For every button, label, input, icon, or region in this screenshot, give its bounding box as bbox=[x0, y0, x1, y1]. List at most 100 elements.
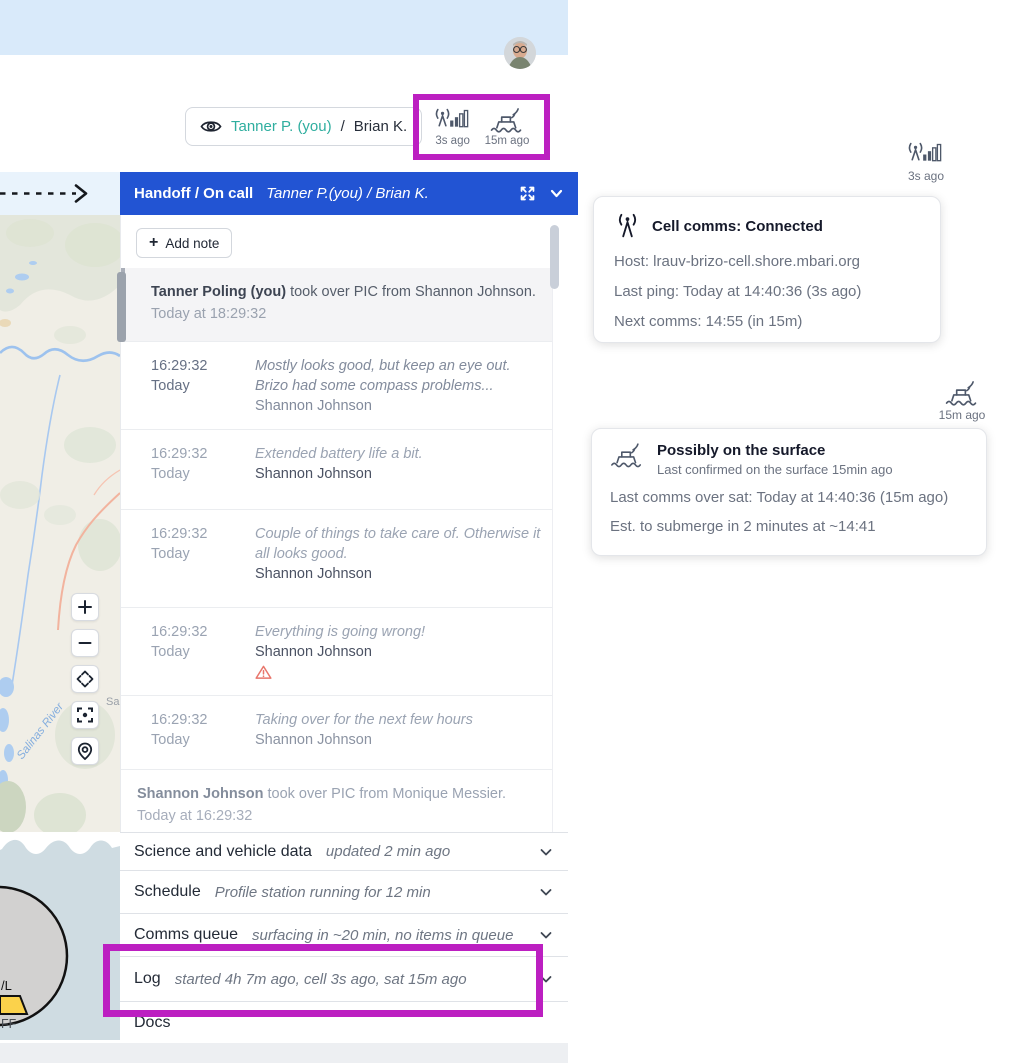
note-time: 16:29:32 bbox=[151, 712, 208, 728]
sat-comms-mini-indicator[interactable]: 15m ago bbox=[930, 380, 994, 422]
comms-status-highlight-box: 3s ago 15m ago bbox=[413, 94, 550, 160]
note-author: Shannon Johnson bbox=[255, 644, 372, 660]
note-message: Couple of things to take care of. Otherw… bbox=[255, 526, 541, 562]
plus-icon: + bbox=[149, 234, 159, 251]
vehicle-label-dvl: /L bbox=[1, 978, 12, 993]
accordion-title: Science and vehicle data bbox=[134, 842, 312, 860]
note-day: Today bbox=[151, 546, 190, 562]
top-header-bar bbox=[0, 0, 568, 55]
log-accordion-highlight-box bbox=[103, 944, 543, 1017]
log-entry-note[interactable]: 16:29:32 Today Couple of things to take … bbox=[121, 510, 552, 608]
boat-satellite-icon bbox=[611, 443, 642, 468]
dashed-arrow-icon bbox=[0, 184, 88, 203]
cell-host: Host: lrauv-brizo-cell.shore.mbari.org bbox=[614, 253, 860, 270]
note-author: Shannon Johnson bbox=[255, 732, 372, 748]
pan-mode-button[interactable] bbox=[71, 665, 99, 693]
cell-last-comms-time: 3s ago bbox=[435, 135, 470, 147]
note-day: Today bbox=[151, 732, 190, 748]
map-city-label: Sa bbox=[106, 696, 120, 708]
center-focus-icon bbox=[77, 707, 93, 723]
note-author: Shannon Johnson bbox=[255, 466, 372, 482]
warning-icon bbox=[255, 665, 272, 679]
on-call-pill[interactable]: Tanner P. (you) / Brian K. bbox=[185, 107, 423, 146]
handoff-entry-name: Shannon Johnson bbox=[137, 786, 264, 802]
sat-last-comms-time: 15m ago bbox=[938, 408, 986, 422]
pill-divider: / bbox=[340, 118, 345, 135]
accordion-subtitle: surfacing in ~20 min, no items in queue bbox=[252, 926, 514, 944]
center-vehicle-button[interactable] bbox=[71, 701, 99, 729]
map[interactable]: Sa Salinas River /L FF bbox=[0, 215, 120, 1040]
chevron-down-icon[interactable] bbox=[549, 186, 564, 201]
sat-tooltip-title: Possibly on the surface bbox=[657, 442, 826, 459]
sat-comms-status[interactable]: 15m ago bbox=[484, 107, 530, 147]
log-scrollbar-thumb[interactable] bbox=[550, 225, 559, 289]
handoff-entry-name: Tanner Poling (you) bbox=[151, 284, 287, 300]
handoff-entry-text: took over PIC from Monique Messier. bbox=[263, 786, 507, 802]
minus-icon bbox=[78, 642, 92, 644]
pill-observer-name: Tanner P. (you) bbox=[231, 118, 332, 135]
note-message: Extended battery life a bit. bbox=[255, 446, 423, 462]
sat-est-submerge: Est. to submerge in 2 minutes at ~14:41 bbox=[610, 518, 876, 535]
timeline-strip bbox=[0, 172, 120, 215]
zoom-in-button[interactable] bbox=[71, 593, 99, 621]
handoff-log-panel: + Add note Tanner Poling (you) took over… bbox=[120, 215, 568, 832]
avatar[interactable] bbox=[504, 37, 536, 69]
handoff-names: Tanner P.(you) / Brian K. bbox=[266, 185, 429, 202]
pill-partner-name: Brian K. bbox=[353, 118, 408, 135]
bottom-strip bbox=[0, 1043, 568, 1063]
log-entry-handoff-previous[interactable]: Shannon Johnson took over PIC from Moniq… bbox=[121, 770, 552, 832]
vehicle-state-diagram: /L FF bbox=[0, 832, 120, 1040]
handoff-entry-text: took over PIC from Shannon Johnson. bbox=[286, 284, 536, 300]
note-time: 16:29:32 bbox=[151, 358, 208, 374]
accordion-science-data[interactable]: Science and vehicle data updated 2 min a… bbox=[120, 832, 568, 870]
note-author: Shannon Johnson bbox=[255, 566, 372, 582]
eye-icon bbox=[200, 121, 222, 132]
pan-move-icon bbox=[76, 670, 94, 688]
cell-comms-status[interactable]: 3s ago bbox=[434, 107, 472, 147]
log-entry-note[interactable]: 16:29:32 Today Mostly looks good, but ke… bbox=[121, 342, 552, 430]
note-message: Mostly looks good, but keep an eye out. … bbox=[255, 358, 511, 394]
boat-satellite-icon bbox=[490, 108, 522, 133]
plus-icon bbox=[78, 600, 92, 614]
accordion-subtitle: updated 2 min ago bbox=[325, 843, 451, 860]
log-entry-handoff-current[interactable]: Tanner Poling (you) took over PIC from S… bbox=[121, 268, 552, 342]
add-note-button[interactable]: + Add note bbox=[136, 228, 233, 258]
cell-comms-tooltip: Cell comms: Connected Host: lrauv-brizo-… bbox=[593, 196, 941, 343]
chevron-down-icon bbox=[540, 848, 552, 855]
boat-satellite-icon bbox=[945, 381, 977, 406]
note-day: Today bbox=[151, 644, 190, 660]
cell-tooltip-title: Cell comms: Connected bbox=[652, 218, 823, 235]
vehicle-label-off: FF bbox=[1, 1017, 17, 1031]
sat-last-comms-time: 15m ago bbox=[484, 135, 530, 147]
note-day: Today bbox=[151, 378, 190, 394]
accordion-schedule[interactable]: Schedule Profile station running for 12 … bbox=[120, 870, 568, 913]
avatar-image bbox=[504, 37, 536, 69]
map-terrain: Sa Salinas River bbox=[0, 215, 120, 845]
handoff-entry-time: Today at 18:29:32 bbox=[151, 306, 267, 322]
map-controls bbox=[71, 593, 99, 765]
chevron-down-icon bbox=[540, 889, 552, 896]
add-note-label: Add note bbox=[165, 235, 220, 251]
handoff-entry-time: Today at 16:29:32 bbox=[137, 808, 253, 824]
cell-tower-icon bbox=[908, 142, 942, 162]
note-message: Taking over for the next few hours bbox=[255, 712, 473, 728]
sat-tooltip-subtitle: Last confirmed on the surface 15min ago bbox=[657, 462, 893, 477]
note-time: 16:29:32 bbox=[151, 446, 208, 462]
zoom-out-button[interactable] bbox=[71, 629, 99, 657]
log-entry-note[interactable]: 16:29:32 Today Extended battery life a b… bbox=[121, 430, 552, 510]
sat-last-comms: Last comms over sat: Today at 14:40:36 (… bbox=[610, 489, 949, 506]
sat-comms-tooltip: Possibly on the surface Last confirmed o… bbox=[591, 428, 987, 556]
note-day: Today bbox=[151, 466, 190, 482]
cell-comms-mini-indicator[interactable]: 3s ago bbox=[898, 141, 954, 183]
location-pin-button[interactable] bbox=[71, 737, 99, 765]
log-entry-note[interactable]: 16:29:32 Today Taking over for the next … bbox=[121, 696, 552, 770]
cell-last-comms-time: 3s ago bbox=[907, 169, 945, 183]
cell-next-comms: Next comms: 14:55 (in 15m) bbox=[614, 313, 803, 330]
map-scrollbar-thumb[interactable] bbox=[117, 272, 126, 342]
note-time: 16:29:32 bbox=[151, 624, 208, 640]
log-entry-note-warning[interactable]: 16:29:32 Today Everything is going wrong… bbox=[121, 608, 552, 696]
handoff-panel-header[interactable]: Handoff / On call Tanner P.(you) / Brian… bbox=[120, 172, 578, 215]
cell-last-ping: Last ping: Today at 14:40:36 (3s ago) bbox=[614, 283, 862, 300]
expand-icon[interactable] bbox=[519, 185, 536, 202]
accordion-subtitle: Profile station running for 12 min bbox=[214, 883, 431, 901]
